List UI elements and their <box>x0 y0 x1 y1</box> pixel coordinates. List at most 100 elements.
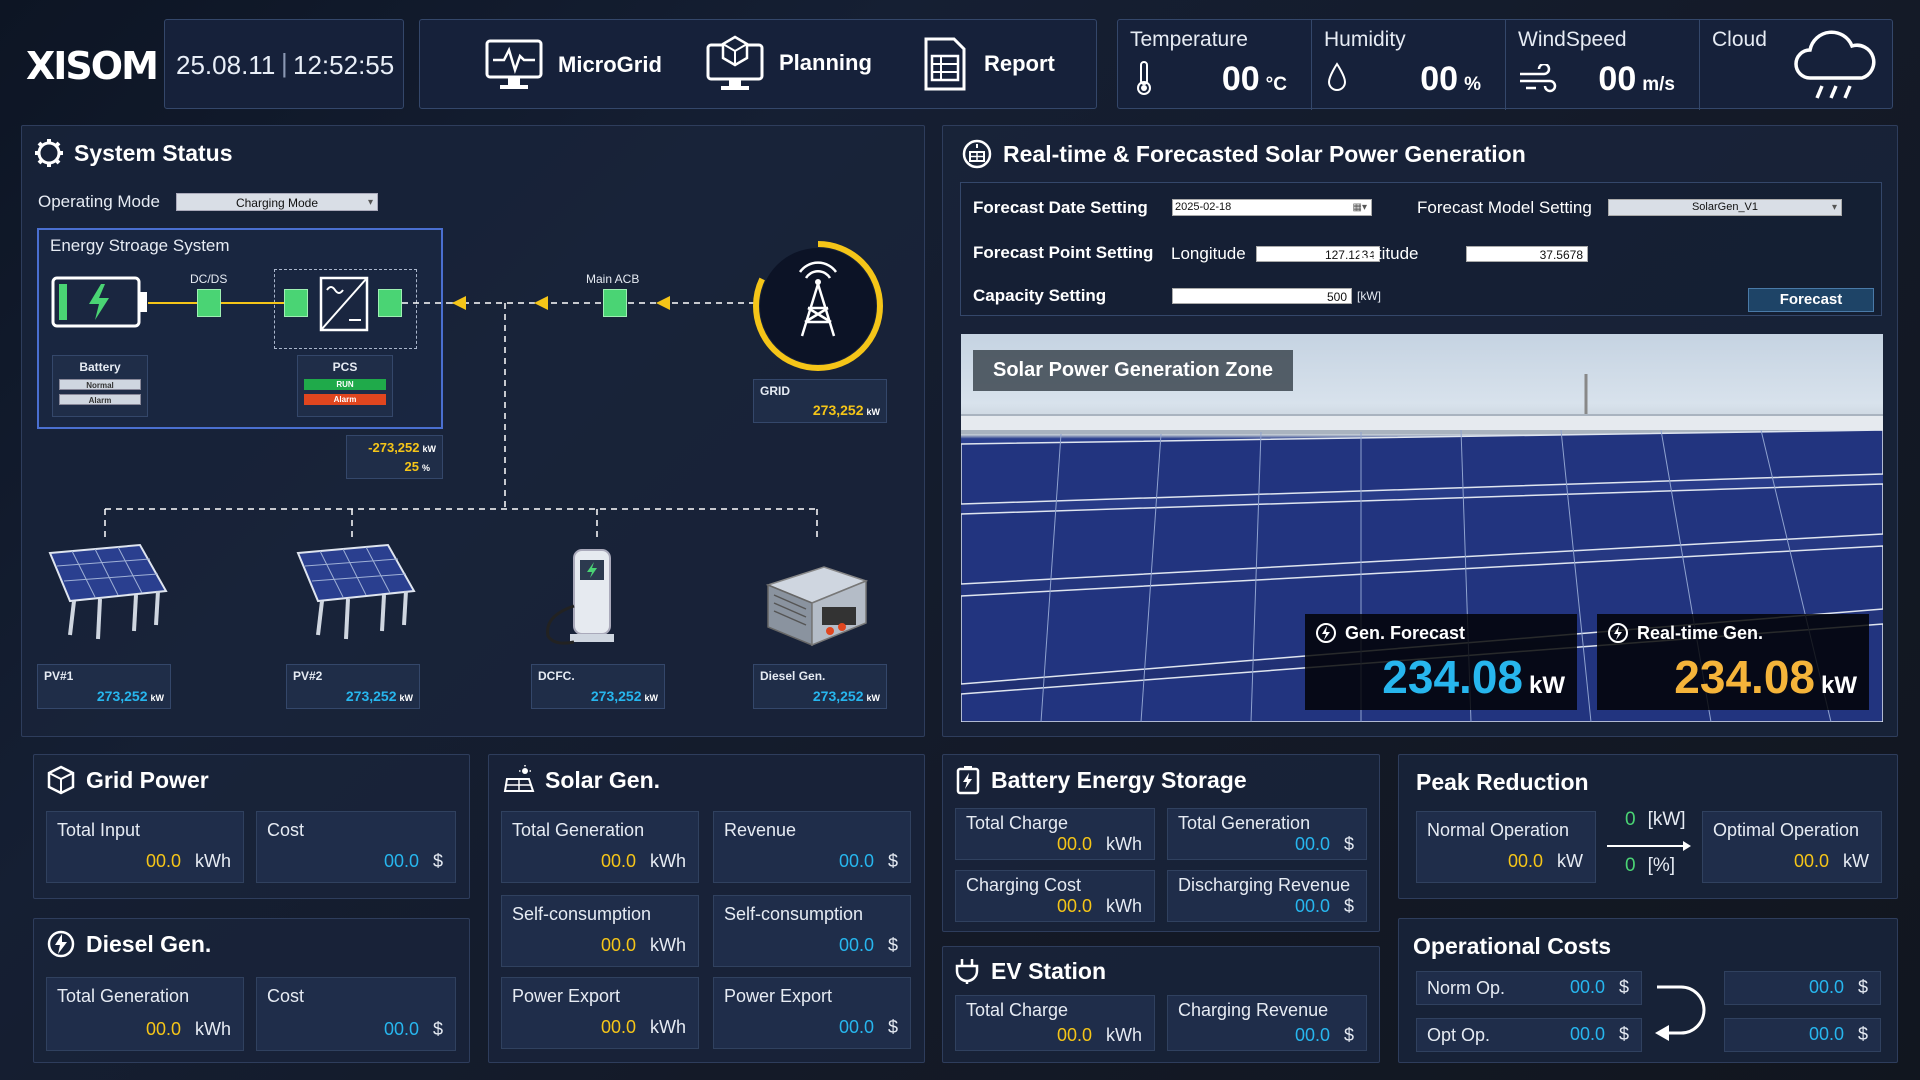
solar-total-generation: Total Generation 00.0 kWh <box>501 811 699 883</box>
capacity-input[interactable]: 500 <box>1172 288 1352 304</box>
battery-bolt-icon <box>956 766 980 795</box>
operational-costs-panel: Operational Costs Norm Op. 00.0 $ Opt Op.… <box>1398 918 1898 1063</box>
grid-power-title: Grid Power <box>46 765 209 795</box>
diesel-cost: Cost 00.0 $ <box>256 977 456 1051</box>
nav-report-label: Report <box>984 51 1055 76</box>
weather-cloud: Cloud <box>1700 20 1894 110</box>
datetime-box: 25.08.11 | 12:52:55 <box>164 19 404 109</box>
pv2-solar-panel-icon <box>296 543 416 640</box>
latitude-input[interactable]: 37.5678 <box>1466 246 1588 262</box>
arrow-right-icon <box>1607 841 1691 851</box>
forecast-point-label: Forecast Point Setting <box>973 243 1154 262</box>
dcfc-value: 273,252 kW <box>590 688 658 704</box>
solar-gen-panel: Solar Gen. Total Generation 00.0 kWh Reven… <box>488 754 925 1063</box>
solar-power-export-kwh: Power Export 00.0 kWh <box>501 977 699 1049</box>
peak-reduction-title: Peak Reduction <box>1416 769 1589 795</box>
weather-windspeed-label: WindSpeed <box>1518 28 1627 51</box>
grid-cost: Cost 00.0 $ <box>256 811 456 883</box>
opcost-opt-op: Opt Op. 00.0 $ <box>1416 1018 1642 1052</box>
bess-discharging-revenue: Discharging Revenue 00.0 $ <box>1167 870 1367 922</box>
cloud-rain-icon <box>1794 30 1876 99</box>
diesel-generator-icon <box>765 566 869 647</box>
weather-humidity-value: 00% <box>1420 60 1481 98</box>
plug-icon <box>955 959 979 984</box>
nav-bar: MicroGrid Planning Report <box>419 19 1097 109</box>
solar-zone-image: Solar Power Generation Zone Gen. Forecas… <box>961 334 1883 722</box>
solar-self-consumption-kwh: Self-consumption 00.0 kWh <box>501 895 699 967</box>
forecast-model-label: Forecast Model Setting <box>1417 198 1592 217</box>
nav-microgrid[interactable]: MicroGrid <box>484 38 662 92</box>
main-acb-node[interactable] <box>603 289 627 317</box>
bess-charging-cost: Charging Cost 00.0 kWh <box>955 870 1155 922</box>
bess-total-generation: Total Generation 00.0 $ <box>1167 808 1367 860</box>
forecast-button[interactable]: Forecast <box>1748 288 1874 312</box>
nav-report[interactable]: Report <box>920 36 1055 92</box>
ev-charging-revenue: Charging Revenue 00.0 $ <box>1167 995 1367 1051</box>
dcfc-card: DCFC. 273,252 kW <box>531 664 665 709</box>
solar-gen-title: Solar Gen. <box>503 765 660 795</box>
calendar-icon: ▦▾ <box>1352 202 1367 213</box>
opcost-right-2: 00.0 $ <box>1724 1018 1881 1052</box>
forecast-model-value: SolarGen_V1 <box>1691 201 1759 213</box>
grid-value: 273,252 kW <box>812 402 880 418</box>
opcost-right-1: 00.0 $ <box>1724 971 1881 1005</box>
report-icon <box>924 37 966 91</box>
ev-station-title: EV Station <box>953 957 1106 985</box>
peak-delta-pct: 0 [%] <box>1625 855 1676 876</box>
time-separator: | <box>281 48 288 78</box>
bess-title: Battery Energy Storage <box>955 765 1247 795</box>
weather-bar: Temperature 00 °C Humidity 00% WindSpeed … <box>1117 19 1894 110</box>
grid-power-panel: Grid Power Total Input 00.0 kWh Cost 00.0 $ <box>33 754 470 899</box>
solar-revenue: Revenue 00.0 $ <box>713 811 911 883</box>
capacity-unit: [kW] <box>1357 289 1381 303</box>
solar-globe-icon <box>962 139 992 169</box>
curved-arrow-icon <box>1655 985 1706 1041</box>
realtime-gen-card: Real-time Gen. 234.08 kW <box>1597 614 1869 710</box>
pv1-label: PV#1 <box>44 669 74 683</box>
nav-planning-label: Planning <box>779 50 872 75</box>
solar-zone-title: Solar Power Generation Zone <box>973 350 1294 391</box>
grid-total-input: Total Input 00.0 kWh <box>46 811 244 883</box>
bolt-circle-icon <box>1608 623 1628 643</box>
gen-forecast-card: Gen. Forecast 234.08 kW <box>1305 614 1577 710</box>
weather-temperature-label: Temperature <box>1130 28 1248 51</box>
logo: XISOM <box>26 44 159 88</box>
monitor-pulse-icon <box>485 39 543 89</box>
forecast-model-select[interactable]: SolarGen_V1 ▾ <box>1608 199 1842 216</box>
dcfc-label: DCFC. <box>538 669 575 683</box>
forecast-date-value: 2025-02-18 <box>1175 201 1232 213</box>
ev-station-panel: EV Station Total Charge 00.0 kWh Charging … <box>942 946 1380 1063</box>
weather-windspeed: WindSpeed 00 m/s <box>1506 20 1700 110</box>
peak-optimal-operation: Optimal Operation 00.0 kW <box>1702 811 1882 883</box>
grid-label: GRID <box>760 384 790 398</box>
peak-delta-kw: 0 [kW] <box>1625 809 1686 830</box>
ev-charger-icon <box>546 549 614 645</box>
nav-microgrid-label: MicroGrid <box>558 52 662 77</box>
diesel-value: 273,252 kW <box>812 688 880 704</box>
operational-costs-title: Operational Costs <box>1413 933 1612 959</box>
nav-planning[interactable]: Planning <box>705 34 872 92</box>
bess-total-charge: Total Charge 00.0 kWh <box>955 808 1155 860</box>
weather-humidity-label: Humidity <box>1324 28 1406 51</box>
latitude-label: Latitude <box>1358 244 1419 263</box>
cube-icon <box>47 765 75 795</box>
bess-panel: Battery Energy Storage Total Charge 00.0 k… <box>942 754 1380 932</box>
weather-temperature: Temperature 00 °C <box>1118 20 1312 110</box>
diesel-gen-panel: Diesel Gen. Total Generation 00.0 kWh Cost… <box>33 918 470 1063</box>
realtime-gen-label: Real-time Gen. <box>1607 622 1763 644</box>
forecast-date-input[interactable]: 2025-02-18 ▦▾ <box>1172 199 1372 216</box>
bolt-circle-icon <box>47 930 75 958</box>
date-text: 25.08.11 <box>176 50 276 80</box>
solar-panel-icon <box>503 765 535 792</box>
solar-self-consumption-cost: Self-consumption 00.0 $ <box>713 895 911 967</box>
opcost-norm-op: Norm Op. 00.0 $ <box>1416 971 1642 1005</box>
gen-forecast-value: 234.08 kW <box>1382 651 1565 703</box>
time-text: 12:52:55 <box>293 50 395 80</box>
solar-forecast-panel: Real-time & Forecasted Solar Power Gener… <box>942 125 1898 737</box>
chevron-down-icon: ▾ <box>1831 202 1837 213</box>
main-acb-label: Main ACB <box>586 272 640 286</box>
weather-cloud-label: Cloud <box>1712 28 1767 51</box>
pv1-solar-panel-icon <box>48 543 168 640</box>
peak-reduction-panel: Peak Reduction Normal Operation 00.0 kW 0[… <box>1398 754 1898 899</box>
solar-forecast-title: Real-time & Forecasted Solar Power Gener… <box>961 138 1526 170</box>
